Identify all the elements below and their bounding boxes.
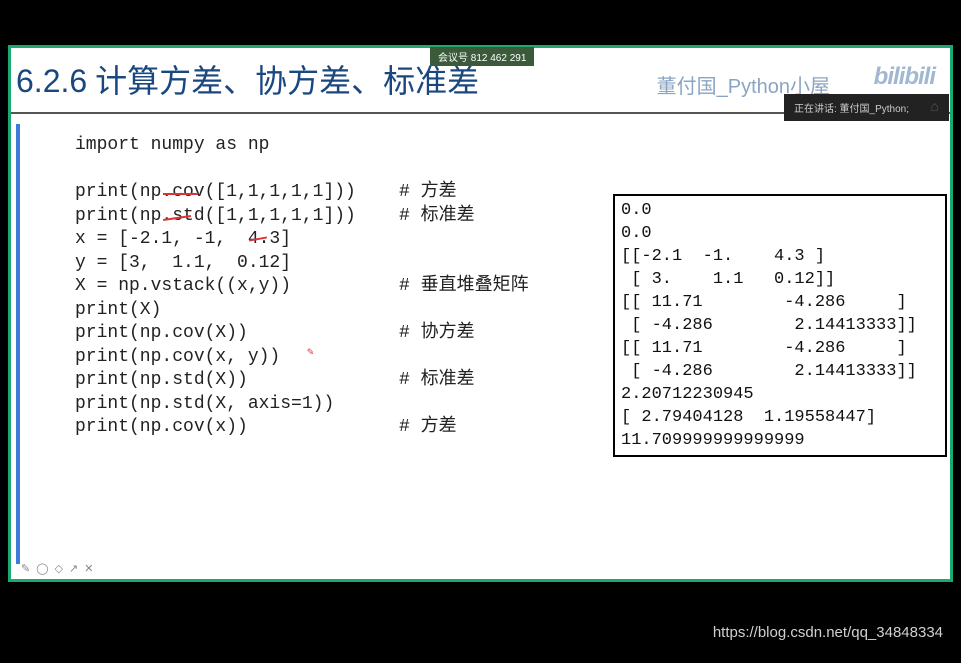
video-frame: 6.2.6 计算方差、协方差、标准差 董付国_Python小屋 bilibili…	[8, 45, 953, 582]
section-number: 6.2.6	[16, 63, 87, 100]
meeting-id-badge: 会议号 812 462 291	[430, 47, 534, 66]
tool-icon[interactable]: ✎	[21, 562, 30, 575]
annotation-mark: ✎	[307, 342, 314, 366]
tool-icon[interactable]: ◯	[36, 562, 48, 575]
section-title: 计算方差、协方差、标准差	[95, 56, 479, 102]
output-box: 0.0 0.0 [[-2.1 -1. 4.3 ] [ 3. 1.1 0.12]]…	[613, 194, 947, 457]
tool-icon[interactable]: ✕	[84, 562, 93, 575]
watermark-url: https://blog.csdn.net/qq_34848334	[713, 624, 943, 641]
tool-icon[interactable]: ↗	[69, 562, 78, 575]
accent-bar	[16, 124, 20, 564]
bilibili-logo: bilibili	[874, 63, 935, 91]
presenter-toolbar: ✎ ◯ ◇ ↗ ✕	[21, 562, 93, 575]
tool-icon[interactable]: ◇	[55, 562, 63, 575]
now-speaking-overlay: 正在讲话: 董付国_Python; ⌂	[784, 94, 949, 121]
annotation-underline	[163, 193, 198, 195]
code-block: import numpy as np print(np.cov([1,1,1,1…	[75, 114, 529, 594]
cast-icon[interactable]: ⌂	[931, 98, 939, 114]
